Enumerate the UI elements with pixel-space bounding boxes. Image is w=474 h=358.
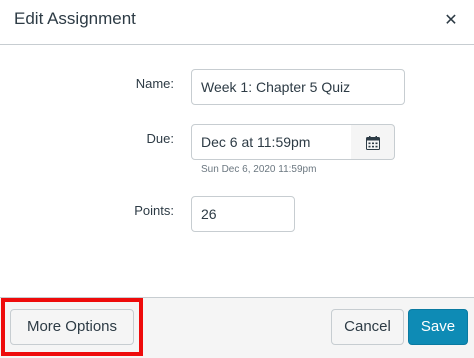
edit-assignment-dialog: Edit Assignment ✕ Name: Due: Sun Dec 6, … <box>0 0 474 358</box>
dialog-header: Edit Assignment ✕ <box>0 0 474 44</box>
dialog-title: Edit Assignment <box>14 9 136 28</box>
due-date-input[interactable] <box>191 124 352 160</box>
cancel-button[interactable]: Cancel <box>331 309 404 345</box>
due-date-hint: Sun Dec 6, 2020 11:59pm <box>201 164 317 175</box>
dialog-footer: More Options Cancel Save <box>0 298 474 358</box>
points-input[interactable] <box>191 196 295 232</box>
header-divider <box>0 44 474 45</box>
due-label: Due: <box>146 131 174 146</box>
save-button[interactable]: Save <box>408 309 468 345</box>
close-icon[interactable]: ✕ <box>440 10 462 32</box>
calendar-button[interactable] <box>351 124 395 160</box>
points-label: Points: <box>134 203 174 218</box>
name-input[interactable] <box>191 69 405 105</box>
more-options-button[interactable]: More Options <box>10 309 134 345</box>
name-label: Name: <box>135 76 174 91</box>
calendar-icon <box>366 136 380 150</box>
